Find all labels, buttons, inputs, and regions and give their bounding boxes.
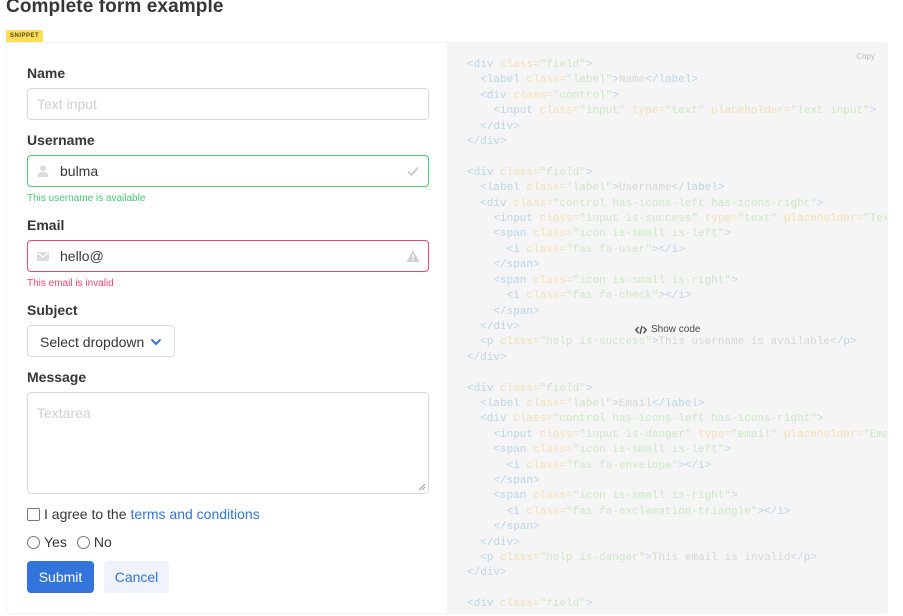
page-title: Complete form example bbox=[6, 0, 224, 17]
email-input[interactable]: hello@ bbox=[27, 240, 429, 272]
show-code-label: Show code bbox=[651, 324, 701, 335]
name-input[interactable]: Text input bbox=[27, 88, 429, 120]
radio-yes-label: Yes bbox=[44, 534, 67, 550]
subject-selected: Select dropdown bbox=[40, 334, 145, 350]
subject-label: Subject bbox=[27, 302, 78, 318]
resize-grip-icon[interactable] bbox=[418, 483, 426, 491]
message-label: Message bbox=[27, 369, 87, 385]
show-code-button[interactable]: Show code bbox=[635, 324, 700, 335]
terms-link[interactable]: terms and conditions bbox=[131, 506, 260, 522]
username-value: bulma bbox=[60, 163, 99, 179]
message-textarea[interactable]: Textarea bbox=[27, 392, 429, 494]
radio-yes[interactable]: Yes bbox=[27, 534, 67, 550]
chevron-down-icon bbox=[150, 338, 162, 346]
radio-yes-circle[interactable] bbox=[27, 535, 40, 549]
username-input[interactable]: bulma bbox=[27, 155, 429, 187]
email-label: Email bbox=[27, 217, 65, 233]
username-help: This username is available bbox=[27, 193, 146, 204]
name-placeholder: Text input bbox=[37, 96, 97, 112]
email-help: This email is invalid bbox=[27, 278, 114, 289]
cancel-button[interactable]: Cancel bbox=[104, 561, 169, 593]
radio-no[interactable]: No bbox=[76, 534, 112, 550]
agree-text: I agree to the bbox=[44, 506, 127, 522]
username-label: Username bbox=[27, 132, 95, 148]
snippet-container: Name Text input Username bulma This user… bbox=[6, 42, 888, 614]
agree-checkbox[interactable] bbox=[27, 507, 40, 521]
name-label: Name bbox=[27, 65, 66, 81]
envelope-icon bbox=[37, 252, 49, 261]
code-block: <div class="field"> <label class="label"… bbox=[467, 59, 887, 611]
code-icon bbox=[635, 325, 647, 334]
user-icon bbox=[37, 165, 49, 177]
subject-select[interactable]: Select dropdown bbox=[27, 325, 175, 357]
exclamation-triangle-icon bbox=[406, 250, 420, 262]
radio-group: Yes No bbox=[27, 534, 122, 550]
check-icon bbox=[407, 166, 419, 177]
message-placeholder: Textarea bbox=[37, 405, 91, 421]
submit-button[interactable]: Submit bbox=[27, 561, 94, 593]
email-value: hello@ bbox=[60, 248, 104, 264]
form-preview: Name Text input Username bulma This user… bbox=[7, 43, 447, 613]
code-panel: Copy <div class="field"> <label class="l… bbox=[447, 43, 887, 613]
agree-checkbox-row: I agree to the terms and conditions bbox=[27, 506, 260, 522]
radio-no-label: No bbox=[93, 534, 112, 550]
radio-no-circle[interactable] bbox=[76, 535, 90, 549]
